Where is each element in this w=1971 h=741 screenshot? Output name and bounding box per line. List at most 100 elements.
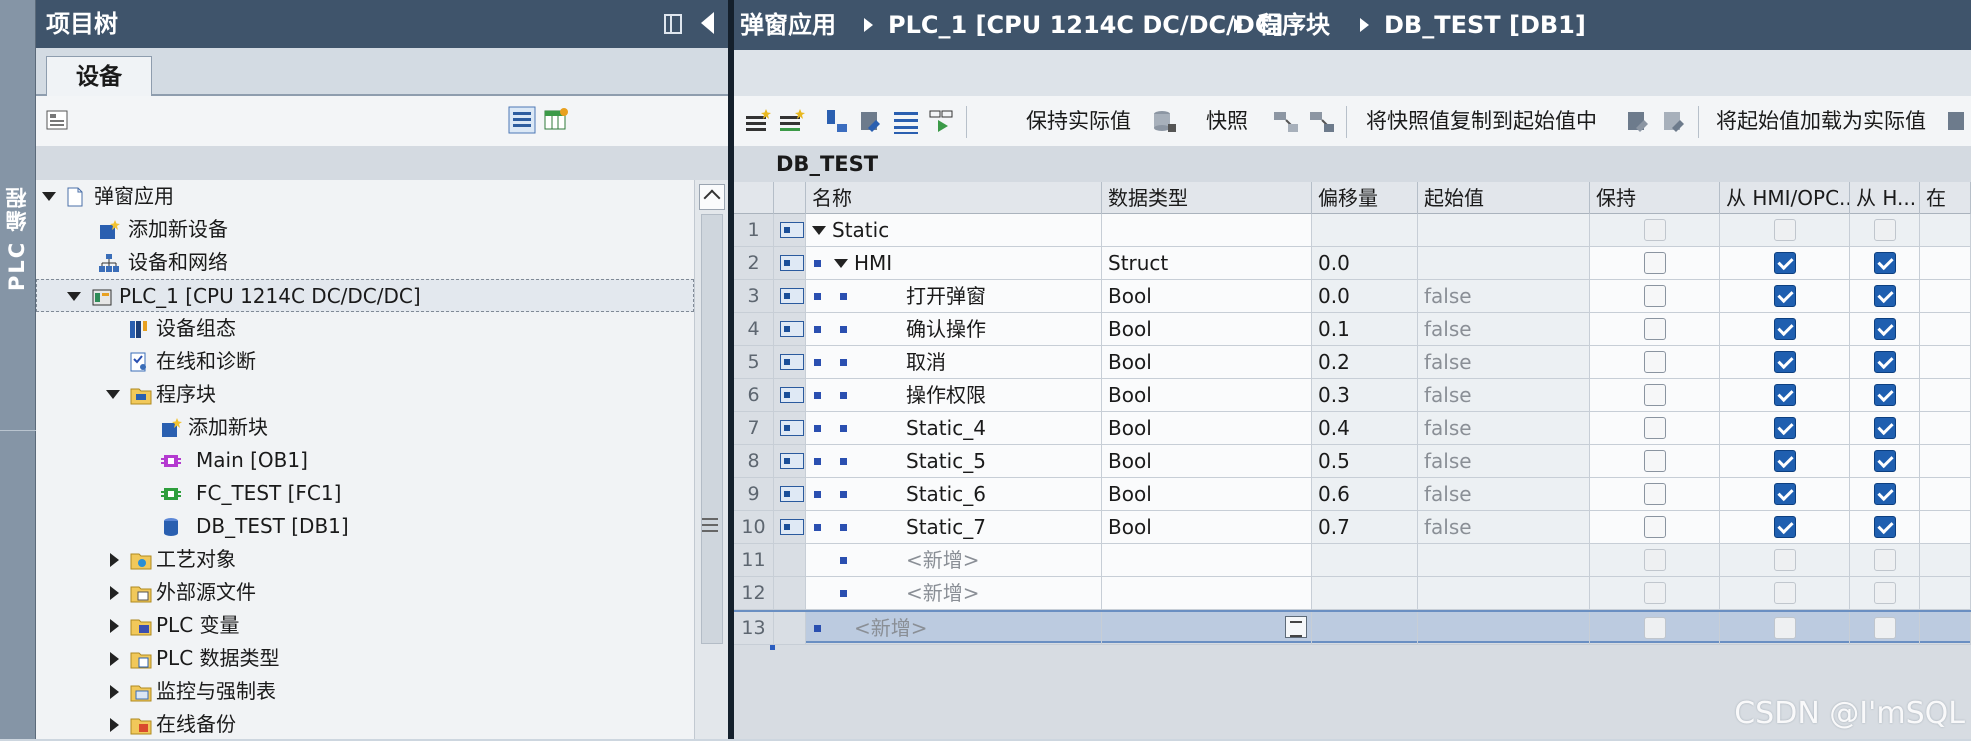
hmi-accessible-checkbox[interactable] [1774, 417, 1796, 439]
cell-datatype[interactable]: Bool [1102, 412, 1312, 445]
table-row[interactable]: 13 <新增> [734, 610, 1971, 650]
cell-start-value[interactable]: false [1418, 478, 1590, 511]
table-view-icon[interactable] [542, 106, 570, 134]
cell-start-value[interactable]: false [1418, 511, 1590, 544]
load-start-as-actual-button[interactable]: 将起始值加载为实际值 [1716, 96, 1926, 146]
row-number[interactable]: 12 [734, 577, 774, 610]
cell-start-value[interactable] [1418, 214, 1590, 247]
hmi-accessible-checkbox[interactable] [1774, 549, 1796, 571]
row-number[interactable]: 13 [734, 612, 774, 645]
tree-item-plc-tags[interactable]: PLC 变量 [36, 609, 694, 642]
scroll-thumb[interactable] [701, 214, 723, 644]
expand-arrow-icon[interactable] [110, 718, 119, 732]
plc-programming-side-tab[interactable]: PLC 编程 [0, 0, 36, 739]
show-overview-icon[interactable] [44, 107, 72, 135]
cell-datatype[interactable]: Bool [1102, 445, 1312, 478]
cell-accessible-hmi[interactable] [1720, 612, 1850, 645]
cell-name[interactable]: 打开弹窗 [806, 280, 1102, 313]
retain-checkbox[interactable] [1644, 351, 1666, 373]
retain-checkbox[interactable] [1644, 483, 1666, 505]
hmi-writable-checkbox[interactable] [1874, 252, 1896, 274]
insert-row-icon[interactable] [744, 108, 772, 136]
cell-visible-hmi[interactable] [1920, 412, 1971, 445]
retain-checkbox[interactable] [1644, 516, 1666, 538]
cell-writable-hmi[interactable] [1850, 612, 1920, 645]
cell-writable-hmi[interactable] [1850, 280, 1920, 313]
cell-datatype[interactable]: Bool [1102, 379, 1312, 412]
cell-visible-hmi[interactable] [1920, 280, 1971, 313]
hmi-accessible-checkbox[interactable] [1774, 450, 1796, 472]
collapse-pane-icon[interactable] [701, 12, 714, 34]
cell-accessible-hmi[interactable] [1720, 445, 1850, 478]
cell-writable-hmi[interactable] [1850, 346, 1920, 379]
cell-visible-hmi[interactable] [1920, 577, 1971, 610]
cell-name[interactable]: 取消 [806, 346, 1102, 379]
table-row[interactable]: 9 Static_6 Bool 0.6 false [734, 478, 1971, 511]
cell-writable-hmi[interactable] [1850, 445, 1920, 478]
tree-item-external-sources[interactable]: 外部源文件 [36, 576, 694, 609]
scroll-up-button[interactable] [699, 184, 725, 210]
table-row[interactable]: 3 打开弹窗 Bool 0.0 false [734, 280, 1971, 313]
cell-name[interactable]: Static_6 [806, 478, 1102, 511]
cell-writable-hmi[interactable] [1850, 544, 1920, 577]
hmi-writable-checkbox[interactable] [1874, 384, 1896, 406]
cell-visible-hmi[interactable] [1920, 247, 1971, 280]
expand-arrow-icon[interactable] [110, 619, 119, 633]
table-row[interactable]: 5 取消 Bool 0.2 false [734, 346, 1971, 379]
cell-datatype[interactable]: Bool [1102, 478, 1312, 511]
hmi-writable-checkbox[interactable] [1874, 450, 1896, 472]
cell-writable-hmi[interactable] [1850, 511, 1920, 544]
table-row[interactable]: 6 操作权限 Bool 0.3 false [734, 379, 1971, 412]
hmi-writable-checkbox[interactable] [1874, 549, 1896, 571]
hmi-writable-checkbox[interactable] [1874, 516, 1896, 538]
table-row[interactable]: 11 <新增> [734, 544, 1971, 577]
load-start-values-icon[interactable] [1624, 108, 1652, 136]
cell-datatype[interactable]: Bool [1102, 313, 1312, 346]
header-visible-hmi[interactable]: 在 [1920, 182, 1971, 214]
row-number[interactable]: 9 [734, 478, 774, 511]
hmi-accessible-checkbox[interactable] [1774, 384, 1796, 406]
hmi-writable-checkbox[interactable] [1874, 318, 1896, 340]
cell-start-value[interactable] [1418, 544, 1590, 577]
hmi-writable-checkbox[interactable] [1874, 219, 1896, 241]
cell-retain[interactable] [1590, 577, 1720, 610]
cell-datatype[interactable]: Bool [1102, 346, 1312, 379]
cell-accessible-hmi[interactable] [1720, 511, 1850, 544]
expand-arrow-icon[interactable] [110, 586, 119, 600]
more-tools-icon[interactable] [1944, 108, 1971, 136]
copy-snapshot-values-button[interactable]: 将快照值复制到起始值中 [1366, 96, 1597, 146]
cell-visible-hmi[interactable] [1920, 612, 1971, 645]
row-number[interactable]: 11 [734, 544, 774, 577]
cell-retain[interactable] [1590, 214, 1720, 247]
cell-visible-hmi[interactable] [1920, 511, 1971, 544]
header-start-value[interactable]: 起始值 [1418, 182, 1590, 214]
tree-item-plc[interactable]: PLC_1 [CPU 1214C DC/DC/DC] [36, 279, 694, 312]
cell-visible-hmi[interactable] [1920, 544, 1971, 577]
cell-retain[interactable] [1590, 445, 1720, 478]
cell-visible-hmi[interactable] [1920, 478, 1971, 511]
cell-accessible-hmi[interactable] [1720, 247, 1850, 280]
row-number[interactable]: 3 [734, 280, 774, 313]
expand-all-icon[interactable] [824, 108, 852, 136]
cell-name[interactable]: Static_7 [806, 511, 1102, 544]
pin-icon[interactable] [664, 14, 682, 34]
tree-item-plc-datatypes[interactable]: PLC 数据类型 [36, 642, 694, 675]
keep-actual-values-button[interactable]: 保持实际值 [1026, 96, 1131, 146]
row-number[interactable]: 2 [734, 247, 774, 280]
breadcrumb-item[interactable]: PLC_1 [CPU 1214C DC/DC/DC] [888, 0, 1283, 50]
hmi-writable-checkbox[interactable] [1874, 483, 1896, 505]
cell-writable-hmi[interactable] [1850, 478, 1920, 511]
expand-arrow-icon[interactable] [110, 553, 119, 567]
hmi-writable-checkbox[interactable] [1874, 285, 1896, 307]
table-row[interactable]: 12 <新增> [734, 577, 1971, 610]
cell-name[interactable]: <新增> [806, 577, 1102, 610]
cell-writable-hmi[interactable] [1850, 577, 1920, 610]
hmi-accessible-checkbox[interactable] [1774, 252, 1796, 274]
retain-checkbox[interactable] [1644, 450, 1666, 472]
cell-start-value[interactable] [1418, 577, 1590, 610]
tree-item-technology-objects[interactable]: 工艺对象 [36, 543, 694, 576]
cell-start-value[interactable]: false [1418, 412, 1590, 445]
cell-datatype[interactable]: Bool [1102, 511, 1312, 544]
cell-accessible-hmi[interactable] [1720, 379, 1850, 412]
hmi-writable-checkbox[interactable] [1874, 417, 1896, 439]
